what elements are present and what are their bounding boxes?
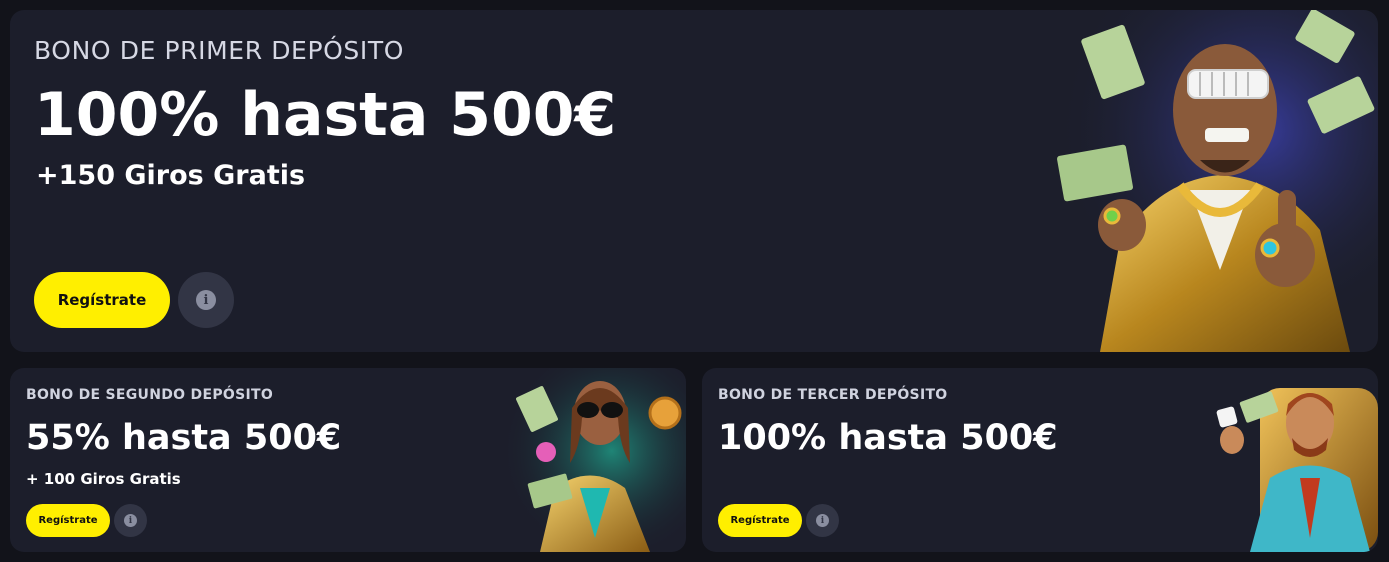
character-illustration-man-throne (1216, 388, 1378, 552)
first-deposit-info-button[interactable]: i (178, 272, 234, 328)
second-deposit-info-button[interactable]: i (114, 504, 147, 537)
third-deposit-kicker: BONO DE TERCER DEPÓSITO (718, 387, 948, 403)
first-deposit-card: BONO DE PRIMER DEPÓSITO 100% hasta 500€ … (10, 10, 1378, 352)
third-deposit-headline: 100% hasta 500€ (718, 418, 1058, 458)
first-deposit-subline: +150 Giros Gratis (36, 160, 306, 191)
second-deposit-headline: 55% hasta 500€ (26, 418, 342, 458)
second-deposit-register-button[interactable]: Regístrate (26, 504, 110, 537)
first-deposit-headline: 100% hasta 500€ (34, 80, 617, 150)
first-deposit-kicker: BONO DE PRIMER DEPÓSITO (34, 36, 405, 65)
info-icon: i (196, 290, 216, 310)
third-deposit-card: BONO DE TERCER DEPÓSITO 100% hasta 500€ … (702, 368, 1378, 552)
character-illustration-rapper (1040, 10, 1378, 352)
info-icon: i (816, 514, 829, 527)
third-deposit-register-button[interactable]: Regístrate (718, 504, 802, 537)
second-deposit-card: BONO DE SEGUNDO DEPÓSITO 55% hasta 500€ … (10, 368, 686, 552)
first-deposit-register-button[interactable]: Regístrate (34, 272, 170, 328)
info-icon: i (124, 514, 137, 527)
character-illustration-woman (500, 368, 686, 552)
second-deposit-kicker: BONO DE SEGUNDO DEPÓSITO (26, 387, 274, 403)
third-deposit-info-button[interactable]: i (806, 504, 839, 537)
second-deposit-subline: + 100 Giros Gratis (26, 470, 181, 488)
